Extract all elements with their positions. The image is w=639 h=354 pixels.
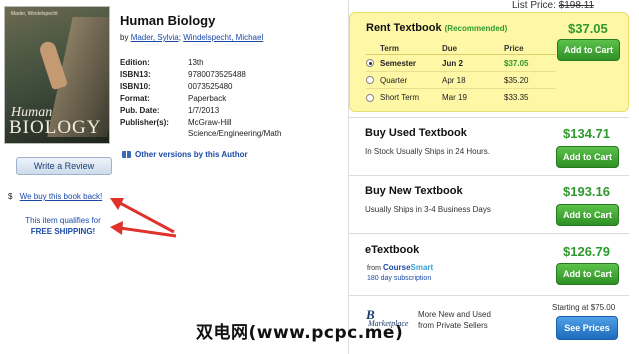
detail-value: 13th (188, 58, 204, 67)
detail-value: 9780073525488 (188, 70, 246, 79)
coursesmart-logo: from CourseSmart (367, 263, 433, 272)
other-versions-label: Other versions by this Author (135, 150, 248, 159)
header-term: Term (380, 44, 399, 53)
author-link-2[interactable]: Windelspecht, Michael (183, 33, 263, 42)
rent-row-quarter[interactable]: Quarter Apr 18 $35.20 (366, 72, 556, 89)
recommended-badge: (Recommended) (444, 24, 508, 33)
rent-term-table: Term Due Price Semester Jun 2 $37.05 Qua… (366, 44, 556, 106)
list-price-label: List Price: (512, 0, 556, 11)
rent-due: Jun 2 (442, 58, 463, 68)
marketplace-starting-price: Starting at $75.00 (552, 303, 616, 312)
see-prices-button[interactable]: See Prices (556, 316, 618, 340)
buyback-line: $ We buy this book back! (8, 192, 102, 201)
buy-new-price: $193.16 (563, 184, 610, 199)
detail-label: ISBN10: (120, 82, 151, 91)
header-due: Due (442, 44, 458, 53)
free-shipping-text: FREE SHIPPING! (30, 227, 96, 236)
book-details: Edition: 13th ISBN13: 9780073525488 ISBN… (120, 57, 281, 141)
detail-row-format: Format: Paperback (120, 93, 281, 105)
buy-used-section: Buy Used Textbook In Stock Usually Ships… (349, 117, 629, 175)
detail-value: McGraw-Hill Science/Engineering/Math (188, 117, 281, 141)
publisher-line1: McGraw-Hill (188, 118, 232, 127)
rent-due: Mar 19 (442, 93, 467, 102)
detail-value: Paperback (188, 94, 227, 103)
dollar-icon: $ (8, 192, 13, 201)
list-price-value: $198.11 (558, 0, 595, 11)
book-cover-image[interactable]: Mader, Windelspecht Human BIOLOGY (4, 6, 110, 144)
quarter-radio[interactable] (366, 76, 374, 84)
rent-row-price: $33.35 (504, 93, 529, 102)
author-separator: ; (178, 33, 181, 42)
etextbook-price: $126.79 (563, 244, 610, 259)
rent-textbook-box: Rent Textbook (Recommended) $37.05 Add t… (349, 12, 629, 112)
cover-authors: Mader, Windelspecht (11, 11, 58, 17)
rent-row-price: $37.05 (504, 58, 529, 68)
marketplace-description: More New and Used from Private Sellers (418, 309, 491, 331)
author-line: by Mader, Sylvia; Windelspecht, Michael (120, 33, 263, 42)
detail-value: 0073525480 (188, 82, 233, 91)
detail-label: ISBN13: (120, 70, 151, 79)
coursesmart-smart: Smart (410, 263, 434, 272)
buy-new-add-to-cart-button[interactable]: Add to Cart (556, 204, 619, 226)
author-link-1[interactable]: Mader, Sylvia (131, 33, 179, 42)
etextbook-add-to-cart-button[interactable]: Add to Cart (556, 263, 619, 285)
detail-row-isbn13: ISBN13: 9780073525488 (120, 69, 281, 81)
rent-title-text: Rent Textbook (366, 22, 442, 34)
subscription-length: 180 day subscription (367, 275, 432, 282)
free-shipping-note: This item qualifies for FREE SHIPPING! (16, 215, 110, 237)
buyback-link[interactable]: We buy this book back! (20, 192, 103, 201)
etextbook-title: eTextbook (365, 244, 420, 256)
detail-value: 1/7/2013 (188, 106, 220, 115)
rent-row-price: $35.20 (504, 75, 529, 85)
publisher-line2: Science/Engineering/Math (188, 129, 282, 138)
rent-term: Short Term (380, 93, 419, 102)
buy-new-title: Buy New Textbook (365, 185, 463, 197)
detail-row-publisher: Publisher(s): McGraw-Hill Science/Engine… (120, 117, 281, 141)
detail-label: Pub. Date: (120, 106, 160, 115)
buy-used-add-to-cart-button[interactable]: Add to Cart (556, 146, 619, 168)
rent-add-to-cart-button[interactable]: Add to Cart (557, 39, 620, 61)
list-price: List Price: $198.11 (512, 0, 594, 11)
header-price: Price (504, 44, 524, 53)
buy-new-section: Buy New Textbook Usually Ships in 3-4 Bu… (349, 175, 629, 233)
coursesmart-course: Course (382, 263, 411, 272)
detail-label: Edition: (120, 58, 150, 67)
marketplace-line1: More New and Used (418, 310, 491, 319)
book-icon (122, 151, 131, 158)
from-text: from (367, 265, 381, 272)
rent-due: Apr 18 (442, 75, 466, 85)
semester-radio[interactable] (366, 59, 374, 67)
buy-used-subtitle: In Stock Usually Ships in 24 Hours. (365, 147, 490, 156)
detail-row-isbn10: ISBN10: 0073525480 (120, 81, 281, 93)
detail-row-pub-date: Pub. Date: 1/7/2013 (120, 105, 281, 117)
detail-label: Publisher(s): (120, 118, 169, 127)
cover-title-line2: BIOLOGY (9, 117, 102, 138)
other-versions-link[interactable]: Other versions by this Author (122, 150, 248, 159)
rent-price: $37.05 (568, 21, 608, 36)
write-review-button[interactable]: Write a Review (16, 157, 112, 175)
red-arrow-icon (110, 221, 177, 238)
site-watermark: 双电网(www.pcpc.me) (196, 323, 404, 343)
rent-row-short-term[interactable]: Short Term Mar 19 $33.35 (366, 89, 556, 106)
rent-term: Semester (380, 58, 417, 68)
book-title: Human Biology (120, 13, 216, 28)
qualifies-text: This item qualifies for (25, 216, 101, 225)
detail-label: Format: (120, 94, 150, 103)
marketplace-line2: from Private Sellers (418, 321, 488, 330)
rent-title: Rent Textbook (Recommended) (366, 22, 507, 34)
rent-table-header: Term Due Price (366, 44, 556, 55)
detail-row-edition: Edition: 13th (120, 57, 281, 69)
rent-term: Quarter (380, 75, 408, 85)
buy-used-price: $134.71 (563, 126, 610, 141)
rent-row-semester[interactable]: Semester Jun 2 $37.05 (366, 55, 556, 72)
buy-used-title: Buy Used Textbook (365, 127, 467, 139)
by-prefix: by (120, 33, 129, 42)
short-term-radio[interactable] (366, 93, 374, 102)
buy-new-subtitle: Usually Ships in 3-4 Business Days (365, 205, 491, 214)
